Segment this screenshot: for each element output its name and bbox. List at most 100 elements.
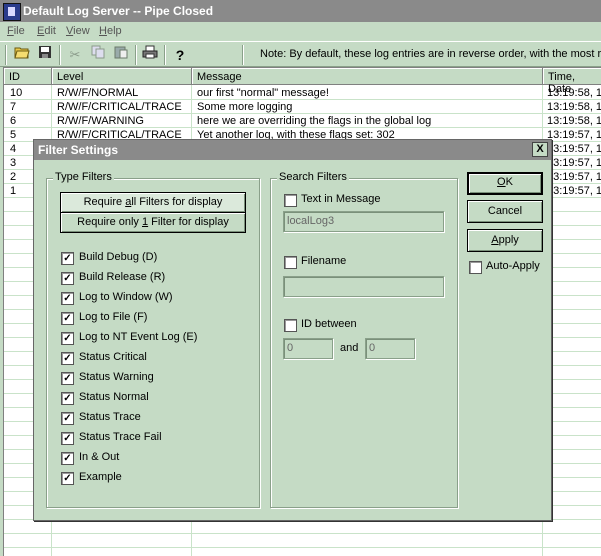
checkbox-label: Auto-Apply — [486, 260, 540, 272]
checkbox-label: Log to Window (W) — [79, 291, 173, 303]
cell-time: 13:19:57, 1 — [547, 185, 601, 197]
print-icon[interactable] — [140, 45, 160, 65]
cell-id: 3 — [10, 157, 17, 169]
grid-line — [4, 99, 601, 100]
column-header-time[interactable]: Time, Date — [543, 68, 601, 95]
checkbox-log-to-nt-event-log[interactable]: ✓ — [61, 332, 74, 345]
toolbar-separator — [164, 45, 166, 65]
window-title: Default Log Server -- Pipe Closed — [23, 4, 214, 18]
window-titlebar: Default Log Server -- Pipe Closed — [0, 0, 601, 22]
cell-id: 6 — [10, 115, 17, 127]
cell-id: 2 — [10, 171, 17, 183]
cell-message: Some more logging — [197, 101, 293, 113]
ok-button[interactable]: OK — [467, 172, 543, 195]
help-icon[interactable]: ? — [170, 45, 190, 65]
dialog-title: Filter Settings — [38, 143, 119, 157]
require-one-filter-button[interactable]: Require only 1 Filter for display — [60, 212, 246, 233]
save-icon[interactable] — [35, 45, 55, 65]
cell-time: 13:19:57, 1 — [547, 143, 601, 155]
cell-time: 13:19:57, 1 — [547, 129, 601, 141]
table-row[interactable]: 10 R/W/F/NORMAL our first "normal" messa… — [4, 86, 601, 100]
checkbox-log-to-window[interactable]: ✓ — [61, 292, 74, 305]
checkbox-label: Status Warning — [79, 371, 154, 383]
checkbox-label: Status Critical — [79, 351, 147, 363]
text-in-message-field[interactable]: localLog3 — [283, 211, 444, 232]
checkbox-status-trace[interactable]: ✓ — [61, 412, 74, 425]
cell-id: 4 — [10, 143, 17, 155]
grid-line — [4, 533, 601, 534]
id-between-and-label: and — [340, 342, 359, 354]
paste-icon[interactable] — [111, 45, 131, 65]
checkbox-auto-apply[interactable] — [469, 261, 482, 274]
checkbox-label: Log to NT Event Log (E) — [79, 331, 198, 343]
checkbox-status-warning[interactable]: ✓ — [61, 372, 74, 385]
checkbox-label: Log to File (F) — [79, 311, 148, 323]
checkbox-example[interactable]: ✓ — [61, 472, 74, 485]
toolbar-separator — [242, 45, 244, 65]
toolbar-separator — [5, 45, 7, 65]
toolbar-separator — [59, 45, 61, 65]
require-all-filters-button[interactable]: Require all Filters for display — [60, 192, 246, 213]
table-row[interactable]: 6 R/W/F/WARNING here we are overriding t… — [4, 114, 601, 128]
checkbox-label: ID between — [301, 318, 357, 330]
cell-level: R/W/F/WARNING — [57, 115, 144, 127]
grid-line — [4, 127, 601, 128]
checkbox-build-debug[interactable]: ✓ — [61, 252, 74, 265]
checkbox-status-trace-fail[interactable]: ✓ — [61, 432, 74, 445]
grid-line — [4, 113, 601, 114]
cell-time: 13:19:57, 1 — [547, 171, 601, 183]
checkbox-label: Status Normal — [79, 391, 149, 403]
checkbox-filename[interactable] — [284, 256, 297, 269]
cell-level: R/W/F/CRITICAL/TRACE — [57, 101, 182, 113]
type-filters-label: Type Filters — [53, 171, 114, 183]
toolbar-separator — [135, 45, 137, 65]
checkbox-log-to-file[interactable]: ✓ — [61, 312, 74, 325]
checkbox-label: Filename — [301, 255, 347, 267]
checkbox-label: Build Debug (D) — [79, 251, 158, 263]
search-filters-label: Search Filters — [277, 171, 349, 183]
filename-field[interactable] — [283, 276, 444, 297]
cell-message: here we are overriding the flags in the … — [197, 115, 432, 127]
menu-file[interactable]: File — [7, 25, 25, 37]
cell-time: 13:19:58, 1 — [547, 101, 601, 113]
cut-icon[interactable]: ✂ — [65, 45, 85, 65]
id-from-field[interactable]: 0 — [283, 338, 333, 359]
app-icon — [3, 3, 21, 21]
checkbox-text-in-message[interactable] — [284, 194, 297, 207]
column-header-level[interactable]: Level — [52, 68, 192, 85]
checkbox-build-release[interactable]: ✓ — [61, 272, 74, 285]
close-icon[interactable]: X — [532, 142, 548, 157]
menu-help[interactable]: Help — [99, 25, 122, 37]
cell-level: R/W/F/NORMAL — [57, 87, 139, 99]
cell-id: 10 — [10, 87, 23, 99]
grid-line — [4, 547, 601, 548]
cell-message: our first "normal" message! — [197, 87, 329, 99]
filter-settings-dialog: Filter Settings X Type Filters Require a… — [33, 139, 552, 521]
cell-time: 13:19:58, 1 — [547, 115, 601, 127]
menu-bar: File Edit View Help — [0, 22, 601, 41]
table-row[interactable]: 7 R/W/F/CRITICAL/TRACE Some more logging… — [4, 100, 601, 114]
cell-id: 1 — [10, 185, 17, 197]
cell-time: 13:19:57, 1 — [547, 157, 601, 169]
copy-icon[interactable] — [88, 45, 108, 65]
checkbox-label: Status Trace Fail — [79, 431, 162, 443]
toolbar: ✂ ? Note: By default, these log entries … — [0, 41, 601, 67]
toolbar-note: Note: By default, these log entries are … — [260, 48, 601, 60]
menu-view[interactable]: View — [66, 25, 90, 37]
open-icon[interactable] — [12, 45, 32, 65]
checkbox-id-between[interactable] — [284, 319, 297, 332]
cancel-button[interactable]: Cancel — [467, 200, 543, 223]
checkbox-label: In & Out — [79, 451, 120, 463]
menu-edit[interactable]: Edit — [37, 25, 56, 37]
cell-id: 7 — [10, 101, 17, 113]
checkbox-in-and-out[interactable]: ✓ — [61, 452, 74, 465]
checkbox-status-normal[interactable]: ✓ — [61, 392, 74, 405]
id-to-field[interactable]: 0 — [365, 338, 415, 359]
dialog-titlebar: Filter Settings X — [34, 140, 551, 160]
checkbox-status-critical[interactable]: ✓ — [61, 352, 74, 365]
column-header-message[interactable]: Message — [192, 68, 543, 85]
column-header-id[interactable]: ID — [4, 68, 52, 85]
cell-time: 13:19:58, 1 — [547, 87, 601, 99]
checkbox-label: Status Trace — [79, 411, 141, 423]
apply-button[interactable]: Apply — [467, 229, 543, 252]
